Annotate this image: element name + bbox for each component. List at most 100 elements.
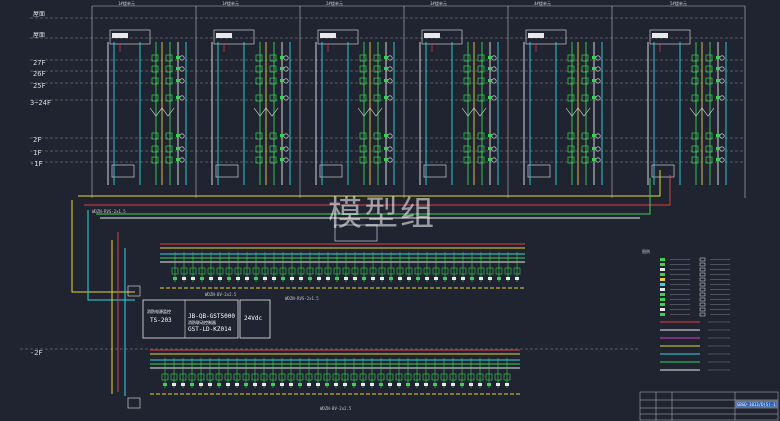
floor-indicator xyxy=(592,158,596,161)
basement-device xyxy=(504,252,512,282)
device-mark xyxy=(397,383,401,386)
floor-indicator xyxy=(176,96,180,99)
basement-device xyxy=(458,358,466,388)
legend-title: 图例 xyxy=(642,248,650,254)
basement-device xyxy=(270,252,278,282)
floor-detector xyxy=(179,95,185,101)
unit-top-module-label xyxy=(424,33,440,38)
device-mark xyxy=(460,383,464,386)
floor-indicator xyxy=(488,96,492,99)
floor-detector xyxy=(179,78,185,84)
device-mark xyxy=(406,383,410,386)
floor-indicator xyxy=(488,67,492,70)
floor-indicator xyxy=(280,147,284,150)
floor-detector xyxy=(595,95,601,101)
basement-device xyxy=(278,358,286,388)
floor-detector xyxy=(179,55,185,61)
basement-device xyxy=(315,252,323,282)
device-mark xyxy=(272,277,276,280)
device-mark xyxy=(244,383,248,386)
floor-detector xyxy=(491,55,497,61)
fire-alarm-controller: 消防电源监控 TS-203 JB-QB-GST5000 消防联动控制器 GST-… xyxy=(127,224,378,409)
basement-device xyxy=(161,358,169,388)
floor-labels: 屋面 屋面 27F 26F 25F 3~24F 2F 1F -1F -2F xyxy=(30,11,51,357)
legend-symbol xyxy=(660,298,665,301)
basement-device xyxy=(503,358,511,388)
device-mark xyxy=(217,383,221,386)
device-mark xyxy=(290,277,294,280)
legend-symbol xyxy=(699,267,706,272)
device-mark xyxy=(361,383,365,386)
legend-rows xyxy=(660,257,730,371)
basement-device xyxy=(251,358,259,388)
device-mark xyxy=(253,383,257,386)
device-mark xyxy=(443,277,447,280)
roof-level-label: 屋面 xyxy=(33,11,45,18)
basement-device xyxy=(224,358,232,388)
floor-detector xyxy=(719,133,725,139)
floor-detector xyxy=(595,157,601,163)
device-mark xyxy=(172,383,176,386)
floor-indicator xyxy=(280,96,284,99)
floor-indicator xyxy=(384,56,388,59)
column-header-2: 1#楼单元 xyxy=(222,0,239,6)
floor-detector xyxy=(283,55,289,61)
floor-detector xyxy=(719,78,725,84)
basement-device xyxy=(170,358,178,388)
floor-indicator xyxy=(716,96,720,99)
column-header-5: 4#楼单元 xyxy=(534,0,551,6)
floor-detector xyxy=(595,146,601,152)
floor-indicator xyxy=(280,56,284,59)
basement-device xyxy=(441,252,449,282)
floor-indicator xyxy=(280,79,284,82)
legend-symbol xyxy=(699,282,706,287)
basement-device xyxy=(279,252,287,282)
wire-label-3: WDZN-RVS-2x1.5 xyxy=(285,296,319,301)
device-mark xyxy=(326,277,330,280)
device-mark xyxy=(209,277,213,280)
floor-label-2f: 2F xyxy=(33,136,41,144)
floor-indicator xyxy=(488,79,492,82)
basement-device xyxy=(234,252,242,282)
basement-device xyxy=(485,358,493,388)
basement-device xyxy=(333,252,341,282)
device-mark xyxy=(208,383,212,386)
device-mark xyxy=(344,277,348,280)
floor-detector xyxy=(595,78,601,84)
device-mark xyxy=(461,277,465,280)
floor-indicator xyxy=(176,147,180,150)
basement-device xyxy=(243,252,251,282)
basement-device xyxy=(351,252,359,282)
legend-symbol xyxy=(660,308,665,311)
floor-label-1f: 1F xyxy=(33,149,41,157)
basement-device xyxy=(414,252,422,282)
legend-symbol xyxy=(660,303,665,306)
device-mark xyxy=(478,383,482,386)
unit-bottom-module xyxy=(319,164,343,178)
floor-detector xyxy=(719,66,725,72)
device-mark xyxy=(271,383,275,386)
unit-top-module-label xyxy=(216,33,232,38)
device-mark xyxy=(334,383,338,386)
basement-device xyxy=(288,252,296,282)
device-mark xyxy=(280,383,284,386)
legend-symbol xyxy=(699,292,706,297)
legend-symbol xyxy=(699,297,706,302)
floor-detector xyxy=(491,146,497,152)
floor-label-b1: -1F xyxy=(30,160,43,168)
basement-device xyxy=(260,358,268,388)
floor-indicator xyxy=(176,158,180,161)
device-mark xyxy=(299,277,303,280)
floor-detector xyxy=(387,55,393,61)
column-header-4: 3#楼单元 xyxy=(430,0,447,6)
legend-symbol xyxy=(660,313,665,316)
basement-device xyxy=(359,358,367,388)
legend-symbol xyxy=(699,287,706,292)
basement-device xyxy=(368,358,376,388)
device-mark xyxy=(254,277,258,280)
basement-device xyxy=(360,252,368,282)
floor-detector xyxy=(179,146,185,152)
column-header-6: 5#楼单元 xyxy=(670,0,687,6)
basement-device xyxy=(332,358,340,388)
device-mark xyxy=(182,277,186,280)
